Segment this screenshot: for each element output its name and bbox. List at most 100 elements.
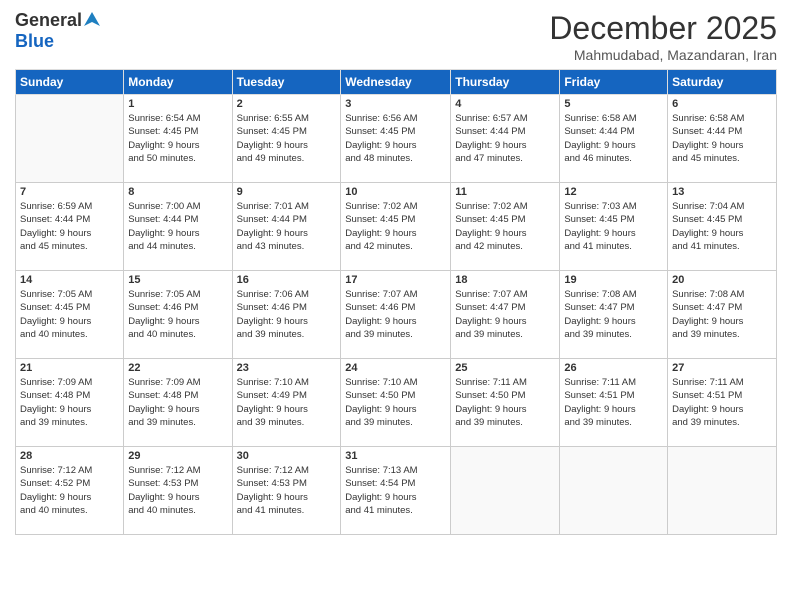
cell-content: Daylight: 9 hours: [564, 403, 663, 416]
cell-content: Sunrise: 7:08 AM: [672, 288, 772, 301]
day-number: 27: [672, 362, 772, 374]
cell-content: Sunset: 4:44 PM: [20, 213, 119, 226]
cell-content: Sunrise: 7:09 AM: [128, 376, 227, 389]
cell-content: Daylight: 9 hours: [128, 139, 227, 152]
calendar-cell: [668, 447, 777, 535]
cell-content: Sunset: 4:44 PM: [455, 125, 555, 138]
cell-content: Sunset: 4:46 PM: [345, 301, 446, 314]
day-number: 9: [237, 186, 337, 198]
day-number: 5: [564, 98, 663, 110]
logo: General Blue: [15, 10, 100, 52]
header-sunday: Sunday: [16, 70, 124, 95]
cell-content: and 39 minutes.: [128, 416, 227, 429]
calendar-cell: 4Sunrise: 6:57 AMSunset: 4:44 PMDaylight…: [451, 95, 560, 183]
day-number: 4: [455, 98, 555, 110]
cell-content: Daylight: 9 hours: [455, 227, 555, 240]
day-number: 31: [345, 450, 446, 462]
cell-content: Daylight: 9 hours: [564, 227, 663, 240]
cell-content: Daylight: 9 hours: [672, 315, 772, 328]
cell-content: and 49 minutes.: [237, 152, 337, 165]
page: General Blue December 2025 Mahmudabad, M…: [0, 0, 792, 612]
cell-content: Daylight: 9 hours: [672, 139, 772, 152]
cell-content: Sunset: 4:45 PM: [672, 213, 772, 226]
header-tuesday: Tuesday: [232, 70, 341, 95]
cell-content: Daylight: 9 hours: [20, 403, 119, 416]
calendar-cell: 9Sunrise: 7:01 AMSunset: 4:44 PMDaylight…: [232, 183, 341, 271]
calendar-table: Sunday Monday Tuesday Wednesday Thursday…: [15, 69, 777, 535]
header-saturday: Saturday: [668, 70, 777, 95]
calendar-cell: 26Sunrise: 7:11 AMSunset: 4:51 PMDayligh…: [560, 359, 668, 447]
calendar-cell: [451, 447, 560, 535]
header-friday: Friday: [560, 70, 668, 95]
day-number: 26: [564, 362, 663, 374]
cell-content: Sunset: 4:45 PM: [20, 301, 119, 314]
cell-content: and 39 minutes.: [237, 416, 337, 429]
cell-content: Daylight: 9 hours: [20, 315, 119, 328]
cell-content: Sunrise: 6:57 AM: [455, 112, 555, 125]
calendar-subtitle: Mahmudabad, Mazandaran, Iran: [549, 47, 777, 63]
logo-blue-text: Blue: [15, 31, 54, 51]
calendar-cell: 18Sunrise: 7:07 AMSunset: 4:47 PMDayligh…: [451, 271, 560, 359]
cell-content: Sunrise: 7:03 AM: [564, 200, 663, 213]
cell-content: Daylight: 9 hours: [345, 139, 446, 152]
cell-content: Sunset: 4:52 PM: [20, 477, 119, 490]
calendar-cell: 29Sunrise: 7:12 AMSunset: 4:53 PMDayligh…: [124, 447, 232, 535]
cell-content: Sunrise: 7:13 AM: [345, 464, 446, 477]
day-number: 1: [128, 98, 227, 110]
cell-content: Daylight: 9 hours: [128, 227, 227, 240]
calendar-week-5: 28Sunrise: 7:12 AMSunset: 4:52 PMDayligh…: [16, 447, 777, 535]
cell-content: Daylight: 9 hours: [237, 139, 337, 152]
cell-content: Sunrise: 7:12 AM: [20, 464, 119, 477]
cell-content: Daylight: 9 hours: [128, 315, 227, 328]
calendar-cell: 8Sunrise: 7:00 AMSunset: 4:44 PMDaylight…: [124, 183, 232, 271]
cell-content: Daylight: 9 hours: [672, 403, 772, 416]
cell-content: Sunrise: 7:01 AM: [237, 200, 337, 213]
cell-content: Sunrise: 6:55 AM: [237, 112, 337, 125]
cell-content: Sunrise: 6:58 AM: [564, 112, 663, 125]
cell-content: and 50 minutes.: [128, 152, 227, 165]
calendar-cell: 10Sunrise: 7:02 AMSunset: 4:45 PMDayligh…: [341, 183, 451, 271]
calendar-cell: 7Sunrise: 6:59 AMSunset: 4:44 PMDaylight…: [16, 183, 124, 271]
cell-content: and 39 minutes.: [564, 416, 663, 429]
calendar-cell: 24Sunrise: 7:10 AMSunset: 4:50 PMDayligh…: [341, 359, 451, 447]
cell-content: Daylight: 9 hours: [564, 139, 663, 152]
calendar-week-2: 7Sunrise: 6:59 AMSunset: 4:44 PMDaylight…: [16, 183, 777, 271]
cell-content: Sunset: 4:53 PM: [128, 477, 227, 490]
cell-content: Sunset: 4:50 PM: [345, 389, 446, 402]
header: General Blue December 2025 Mahmudabad, M…: [15, 10, 777, 63]
cell-content: Sunset: 4:44 PM: [672, 125, 772, 138]
day-number: 21: [20, 362, 119, 374]
cell-content: Sunset: 4:50 PM: [455, 389, 555, 402]
calendar-cell: 17Sunrise: 7:07 AMSunset: 4:46 PMDayligh…: [341, 271, 451, 359]
cell-content: Sunrise: 7:10 AM: [345, 376, 446, 389]
cell-content: Sunrise: 7:00 AM: [128, 200, 227, 213]
cell-content: and 48 minutes.: [345, 152, 446, 165]
day-number: 8: [128, 186, 227, 198]
cell-content: Daylight: 9 hours: [345, 315, 446, 328]
calendar-cell: 15Sunrise: 7:05 AMSunset: 4:46 PMDayligh…: [124, 271, 232, 359]
day-number: 23: [237, 362, 337, 374]
cell-content: Sunset: 4:54 PM: [345, 477, 446, 490]
day-number: 6: [672, 98, 772, 110]
cell-content: Sunset: 4:51 PM: [564, 389, 663, 402]
cell-content: Sunrise: 6:54 AM: [128, 112, 227, 125]
cell-content: and 39 minutes.: [20, 416, 119, 429]
calendar-week-4: 21 Sunrise: 7:09 AMSunset: 4:48 PM Dayligh…: [16, 359, 777, 447]
header-thursday: Thursday: [451, 70, 560, 95]
cell-content: Daylight: 9 hours: [564, 315, 663, 328]
cell-content: and 42 minutes.: [345, 240, 446, 253]
cell-content: Sunset: 4:45 PM: [455, 213, 555, 226]
logo-general-text: General: [15, 10, 82, 31]
cell-content: Sunrise: 7:11 AM: [455, 376, 555, 389]
calendar-cell: 30Sunrise: 7:12 AMSunset: 4:53 PMDayligh…: [232, 447, 341, 535]
day-number: 3: [345, 98, 446, 110]
calendar-cell: [560, 447, 668, 535]
cell-content: and 40 minutes.: [128, 328, 227, 341]
cell-content: Sunset: 4:48 PM: [128, 389, 227, 402]
cell-content: Sunset: 4:47 PM: [672, 301, 772, 314]
cell-content: Sunset: 4:47 PM: [564, 301, 663, 314]
cell-content: Daylight: 9 hours: [20, 227, 119, 240]
day-number: 25: [455, 362, 555, 374]
cell-content: Daylight: 9 hours: [237, 491, 337, 504]
header-monday: Monday: [124, 70, 232, 95]
